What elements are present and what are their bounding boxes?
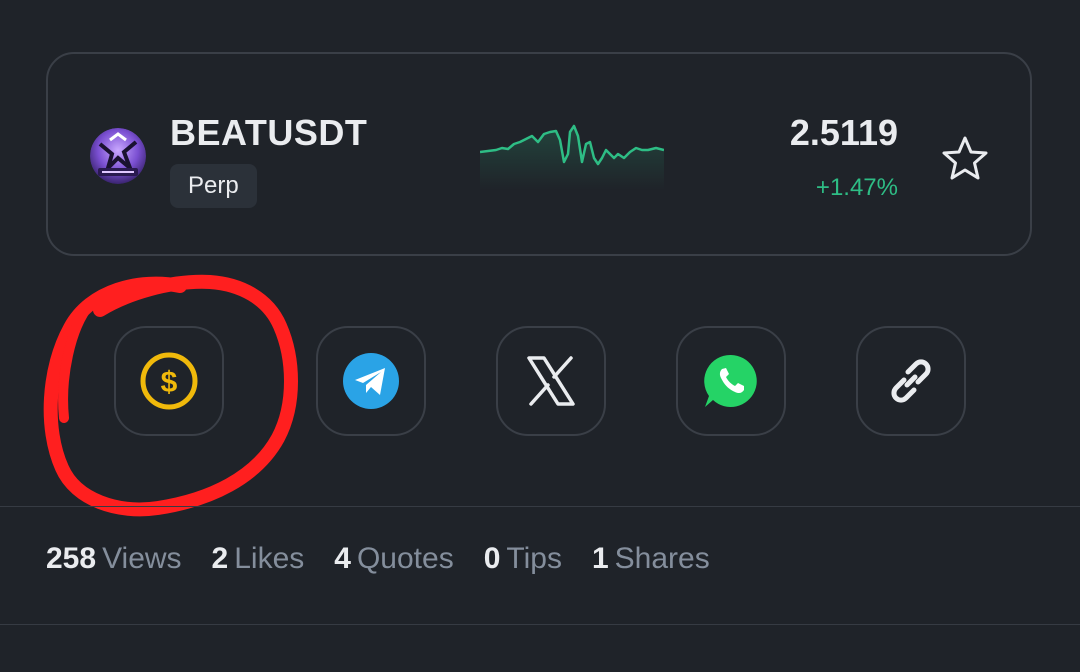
quotes-label: Quotes (356, 542, 454, 575)
price-change: +1.47% (815, 174, 898, 201)
views-count: 258 (46, 542, 97, 575)
contract-type-badge: Perp (170, 164, 257, 208)
shares-stat[interactable]: 1 Shares (592, 542, 710, 576)
likes-label: Likes (234, 542, 305, 575)
ticker-symbol: BEATUSDT (170, 112, 368, 153)
telegram-icon (343, 353, 399, 409)
share-whatsapp-button[interactable] (676, 326, 786, 436)
tips-stat[interactable]: 0 Tips (484, 542, 562, 576)
quotes-count: 4 (334, 542, 351, 575)
views-label: Views (102, 542, 182, 575)
copy-link-button[interactable] (856, 326, 966, 436)
views-stat[interactable]: 258 Views (46, 542, 182, 576)
engagement-stats: 258 Views 2 Likes 4 Quotes 0 Tips 1 Shares (46, 542, 740, 576)
tips-count: 0 (483, 542, 501, 575)
likes-count: 2 (211, 542, 229, 575)
star-outline-icon[interactable] (940, 134, 990, 184)
dollar-circle-icon: $ (140, 352, 198, 410)
ticker-price: 2.5119 (789, 112, 898, 153)
divider (0, 624, 1080, 625)
share-telegram-button[interactable] (316, 326, 426, 436)
whatsapp-icon (704, 354, 757, 407)
shares-count: 1 (591, 542, 609, 575)
ticker-card[interactable]: BEATUSDT Perp 2.5119 +1.47% (46, 52, 1032, 256)
x-logo-icon (527, 356, 575, 406)
divider (0, 506, 1080, 507)
likes-stat[interactable]: 2 Likes (212, 542, 305, 576)
quotes-stat[interactable]: 4 Quotes (334, 542, 453, 576)
tip-button[interactable]: $ (114, 326, 224, 436)
coin-logo (90, 128, 146, 184)
tips-label: Tips (506, 542, 562, 575)
svg-text:$: $ (161, 366, 178, 399)
price-sparkline (480, 124, 664, 190)
shares-label: Shares (614, 542, 710, 575)
link-icon (891, 359, 931, 403)
share-x-button[interactable] (496, 326, 606, 436)
